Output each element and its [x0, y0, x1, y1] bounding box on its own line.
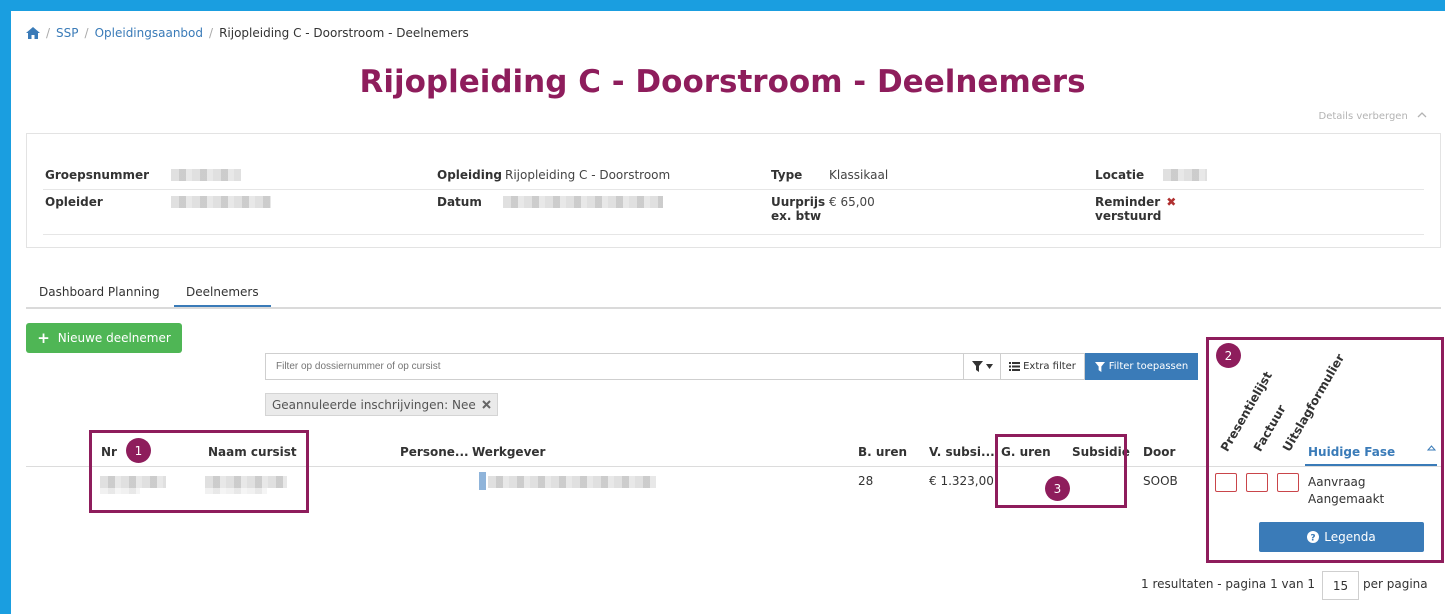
opleider-value-redacted	[171, 196, 271, 208]
breadcrumb-link-opleidingsaanbod[interactable]: Opleidingsaanbod	[95, 26, 203, 40]
breadcrumb-separator: /	[209, 26, 214, 40]
details-toggle-label: Details verbergen	[1318, 111, 1408, 122]
column-header-personeel[interactable]: Persone...	[400, 445, 469, 459]
filter-icon	[1094, 361, 1105, 372]
details-row-1: Groepsnummer Opleiding Rijopleiding C - …	[43, 164, 1424, 190]
werkgever-link-marker	[479, 472, 486, 490]
column-header-door[interactable]: Door	[1143, 445, 1175, 459]
list-icon	[1009, 362, 1021, 371]
annotation-box-1	[89, 430, 309, 513]
tab-dashboard-planning[interactable]: Dashboard Planning	[39, 285, 160, 305]
annotation-badge-3: 3	[1045, 476, 1070, 501]
annotation-box-2	[1206, 337, 1444, 563]
groepsnummer-value-redacted	[171, 169, 241, 181]
type-label: Type	[771, 168, 803, 182]
window-frame-top	[0, 0, 1445, 11]
reminder-label-line2: verstuurd	[1095, 209, 1162, 223]
groepsnummer-label: Groepsnummer	[45, 168, 150, 182]
new-participant-label: Nieuwe deelnemer	[57, 331, 171, 345]
details-row-2: Opleider Datum Uurprijs ex. btw € 65,00 …	[43, 190, 1424, 235]
apply-filter-button[interactable]: Filter toepassen	[1085, 353, 1198, 380]
filter-dropdown-button[interactable]	[963, 353, 1001, 380]
reminder-label-line1: Reminder	[1095, 195, 1161, 209]
uurprijs-label-line1: Uurprijs	[771, 195, 826, 209]
annotation-badge-2: 2	[1216, 343, 1241, 368]
reminder-label: Reminder ✖ verstuurd	[1095, 195, 1176, 223]
filter-icon	[971, 361, 983, 372]
datum-label: Datum	[437, 195, 482, 209]
werkgever-value-redacted	[488, 476, 656, 488]
column-header-b-uren[interactable]: B. uren	[858, 445, 907, 459]
filter-input[interactable]	[265, 353, 963, 380]
locatie-value-redacted	[1163, 169, 1207, 181]
details-toggle[interactable]: Details verbergen	[1319, 111, 1428, 122]
pagination-summary: 1 resultaten - pagina 1 van 1	[1141, 577, 1316, 591]
door-value: SOOB	[1143, 474, 1178, 488]
tab-bar: Dashboard Planning Deelnemers	[26, 279, 1441, 309]
caret-down-icon	[985, 364, 993, 369]
breadcrumb-current: Rijopleiding C - Doorstroom - Deelnemers	[219, 26, 469, 40]
locatie-label: Locatie	[1095, 168, 1145, 182]
breadcrumb: / SSP / Opleidingsaanbod / Rijopleiding …	[26, 26, 469, 40]
v-subsidie-value: € 1.323,00	[929, 474, 994, 488]
plus-icon: +	[37, 329, 50, 347]
filter-chip-label: Geannuleerde inschrijvingen: Nee	[272, 397, 476, 412]
new-participant-button[interactable]: + Nieuwe deelnemer	[26, 323, 182, 353]
datum-value-redacted	[503, 196, 663, 208]
breadcrumb-link-ssp[interactable]: SSP	[56, 26, 78, 40]
chevron-up-icon	[1417, 112, 1427, 118]
opleiding-value: Rijopleiding C - Doorstroom	[505, 168, 671, 182]
breadcrumb-separator: /	[46, 26, 51, 40]
home-icon[interactable]	[26, 27, 40, 39]
close-icon[interactable]	[482, 400, 491, 409]
per-page-label: per pagina	[1363, 577, 1428, 591]
per-page-input[interactable]: 15	[1322, 571, 1359, 600]
b-uren-value: 28	[858, 474, 874, 488]
uurprijs-value: € 65,00	[829, 195, 875, 209]
breadcrumb-separator: /	[84, 26, 89, 40]
opleider-label: Opleider	[45, 195, 103, 209]
extra-filter-button[interactable]: Extra filter	[1001, 353, 1085, 380]
details-panel: Groepsnummer Opleiding Rijopleiding C - …	[26, 133, 1441, 248]
column-header-v-subsidie[interactable]: V. subsi...	[929, 445, 995, 459]
per-page-value: 15	[1332, 578, 1349, 593]
apply-filter-label: Filter toepassen	[1108, 361, 1189, 372]
extra-filter-label: Extra filter	[1023, 361, 1076, 372]
type-value: Klassikaal	[829, 168, 889, 182]
filter-chip: Geannuleerde inschrijvingen: Nee	[265, 393, 498, 416]
uurprijs-label: Uurprijs ex. btw	[771, 195, 825, 223]
column-header-werkgever[interactable]: Werkgever	[472, 445, 545, 459]
opleiding-label: Opleiding	[437, 168, 502, 182]
close-icon: ✖	[1166, 195, 1177, 209]
uurprijs-label-line2: ex. btw	[771, 209, 822, 223]
annotation-badge-1: 1	[126, 438, 151, 463]
page-title: Rijopleiding C - Doorstroom - Deelnemers	[359, 64, 1086, 100]
tab-deelnemers[interactable]: Deelnemers	[174, 285, 271, 307]
